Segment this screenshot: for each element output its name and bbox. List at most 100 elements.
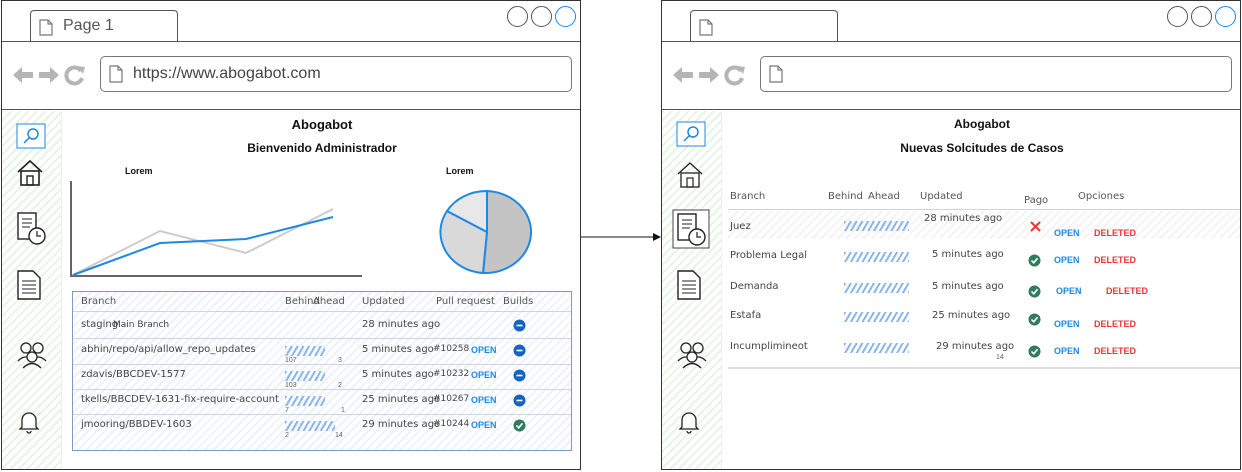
open-button[interactable]: OPEN <box>1056 286 1082 296</box>
open-button[interactable]: OPEN <box>1054 319 1080 329</box>
deleted-button[interactable]: DELETED <box>1106 286 1148 296</box>
table-row[interactable]: Incumplimineot 29 minutes ago 14 OPEN DE… <box>728 333 1240 363</box>
pie-chart <box>439 189 532 275</box>
table-row[interactable]: Demanda 5 minutes ago OPEN DELETED <box>728 273 1240 301</box>
search-icon[interactable] <box>676 121 706 147</box>
paid-check-icon <box>1028 285 1041 298</box>
pr-number: #10258 <box>433 344 470 354</box>
column-header: Behind <box>828 191 863 202</box>
pie-chart-label: Lorem <box>446 166 474 176</box>
case-type: Incumplimineot <box>730 341 808 352</box>
pr-status-badge[interactable]: OPEN <box>471 370 497 380</box>
ahead-count: 2 <box>338 382 342 389</box>
behind-count: 7 <box>285 407 289 414</box>
sidebar <box>662 111 722 469</box>
deleted-button[interactable]: DELETED <box>1094 319 1136 329</box>
users-icon[interactable] <box>676 339 708 369</box>
updated-time: 5 minutes ago <box>932 249 1004 260</box>
close-button[interactable] <box>1215 6 1236 27</box>
deleted-button[interactable]: DELETED <box>1094 346 1136 356</box>
pr-status-badge[interactable]: OPEN <box>471 420 497 430</box>
page-subtitle: Nuevas Solcitudes de Casos <box>900 141 1064 155</box>
column-header: Builds <box>503 296 534 307</box>
tab-title: Page 1 <box>63 17 114 34</box>
pr-status-badge[interactable]: OPEN <box>471 395 497 405</box>
pr-number: #10232 <box>433 369 470 379</box>
case-type: Juez <box>730 221 751 232</box>
updated-time: 28 minutes ago <box>362 319 441 330</box>
browser-tab[interactable]: Page 1 <box>30 10 178 42</box>
main-content: Abogabot Bienvenido Administrador Lorem … <box>62 111 580 469</box>
paid-check-icon <box>1028 313 1041 326</box>
updated-time: 25 minutes ago <box>362 394 441 405</box>
pr-number: #10244 <box>433 419 470 429</box>
back-arrow-icon[interactable] <box>12 65 34 85</box>
build-minus-icon <box>513 319 526 332</box>
close-button[interactable] <box>555 6 576 27</box>
flow-arrow <box>581 233 661 241</box>
page-icon <box>699 19 713 36</box>
build-success-icon <box>513 419 526 432</box>
column-header: Updated <box>920 191 963 202</box>
open-button[interactable]: OPEN <box>1054 255 1080 265</box>
forward-arrow-icon[interactable] <box>698 65 720 85</box>
table-row[interactable]: Estafa 25 minutes ago OPEN DELETED <box>728 303 1240 331</box>
tab-bar <box>662 1 1240 42</box>
deleted-button[interactable]: DELETED <box>1094 255 1136 265</box>
maximize-button[interactable] <box>531 6 552 27</box>
table-row[interactable]: Juez 28 minutes ago OPEN DELETED <box>728 211 1240 239</box>
browser-window-cases: Abogabot Nuevas Solcitudes de Casos Bran… <box>661 0 1241 470</box>
open-button[interactable]: OPEN <box>1054 228 1080 238</box>
forward-arrow-icon[interactable] <box>38 65 60 85</box>
home-icon[interactable] <box>676 161 704 189</box>
unpaid-x-icon <box>1030 221 1041 232</box>
behind-count: 2 <box>285 432 289 439</box>
document-clock-icon[interactable] <box>16 211 48 247</box>
tab-bar: Page 1 <box>2 1 580 42</box>
table-row[interactable]: Problema Legal 5 minutes ago OPEN DELETE… <box>728 243 1240 271</box>
bell-icon[interactable] <box>676 409 702 435</box>
column-header: Updated <box>362 296 405 307</box>
column-header: Pull request <box>436 296 495 307</box>
back-arrow-icon[interactable] <box>672 65 694 85</box>
open-button[interactable]: OPEN <box>1054 346 1080 356</box>
url-text: https://www.abogabot.com <box>133 65 321 82</box>
address-bar[interactable]: https://www.abogabot.com <box>100 56 572 92</box>
minimize-button[interactable] <box>507 6 528 27</box>
column-header: Branch <box>730 191 766 202</box>
updated-time: 28 minutes ago <box>924 213 1003 224</box>
updated-time: 29 minutes ago <box>936 341 1015 352</box>
home-icon[interactable] <box>16 159 44 187</box>
app-title: Abogabot <box>291 117 353 132</box>
browser-tab[interactable] <box>690 10 838 42</box>
branch-name: abhin/repo/api/allow_repo_updates <box>81 344 256 355</box>
minimize-button[interactable] <box>1167 6 1188 27</box>
maximize-button[interactable] <box>1191 6 1212 27</box>
pr-status-badge[interactable]: OPEN <box>471 345 497 355</box>
users-icon[interactable] <box>16 339 48 369</box>
browser-window-dashboard: Page 1 https://www.abogabot.com Abogabot… <box>1 0 581 470</box>
document-icon[interactable] <box>676 269 702 301</box>
reload-icon[interactable] <box>64 64 86 86</box>
branch-note: Main Branch <box>113 320 170 330</box>
page-icon <box>769 65 783 83</box>
build-minus-icon <box>513 344 526 357</box>
page-subtitle: Bienvenido Administrador <box>247 141 397 155</box>
build-minus-icon <box>513 369 526 382</box>
line-chart <box>70 181 362 277</box>
address-bar[interactable] <box>760 56 1232 92</box>
page-icon <box>109 65 123 83</box>
search-icon[interactable] <box>16 123 46 149</box>
reload-icon[interactable] <box>724 64 746 86</box>
updated-time: 5 minutes ago <box>932 281 1004 292</box>
column-header: Ahead <box>313 296 345 307</box>
document-icon[interactable] <box>16 269 42 301</box>
updated-time: 29 minutes ago <box>362 419 441 430</box>
case-type: Problema Legal <box>730 250 807 261</box>
column-header: Opciones <box>1078 191 1125 202</box>
bell-icon[interactable] <box>16 409 42 435</box>
deleted-button[interactable]: DELETED <box>1094 228 1136 238</box>
document-clock-icon[interactable] <box>672 209 710 249</box>
column-header: Ahead <box>868 191 900 202</box>
page-icon <box>39 19 53 36</box>
